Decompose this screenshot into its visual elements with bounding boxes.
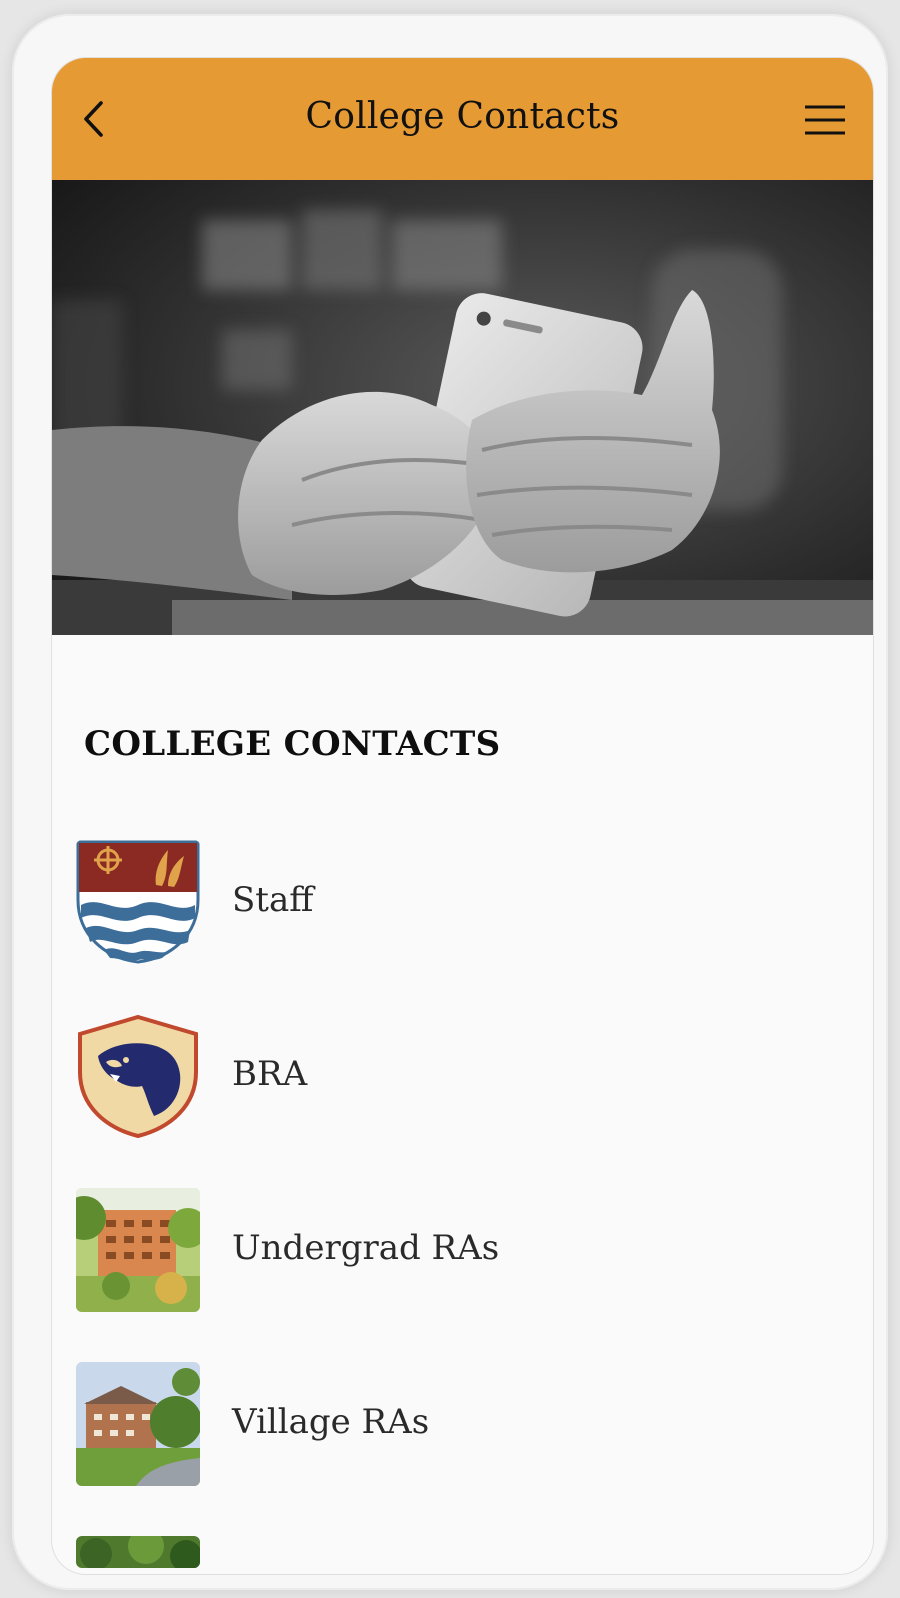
list-item-undergrad-ras[interactable]: Undergrad RAs (52, 1188, 873, 1362)
list-item-staff[interactable]: Staff (52, 840, 873, 1014)
list-item-label: Staff (232, 880, 314, 920)
hamburger-menu-icon (805, 105, 845, 135)
trees-photo (76, 1536, 200, 1568)
panther-shield-icon (76, 1014, 200, 1138)
menu-button[interactable] (803, 102, 847, 138)
app-screen: College Contacts COLLEGE CONTACTS Staff … (52, 58, 873, 1574)
residence-building-photo (76, 1188, 200, 1312)
list-item-label: BRA (232, 1054, 308, 1094)
list-item-label: Undergrad RAs (232, 1228, 500, 1268)
app-bar: College Contacts (52, 58, 873, 180)
contacts-list: Staff BRA Undergrad RAs Village RAs (52, 840, 873, 1574)
list-item-label: Village RAs (232, 1402, 430, 1442)
village-residence-photo (76, 1362, 200, 1486)
list-item-partial[interactable] (52, 1536, 873, 1574)
list-item-bra[interactable]: BRA (52, 1014, 873, 1188)
device-frame: College Contacts COLLEGE CONTACTS Staff … (12, 14, 888, 1590)
section-heading: COLLEGE CONTACTS (84, 724, 501, 764)
college-crest-icon (76, 840, 200, 964)
list-item-village-ras[interactable]: Village RAs (52, 1362, 873, 1536)
page-title: College Contacts (305, 96, 620, 137)
hero-image (52, 180, 873, 635)
